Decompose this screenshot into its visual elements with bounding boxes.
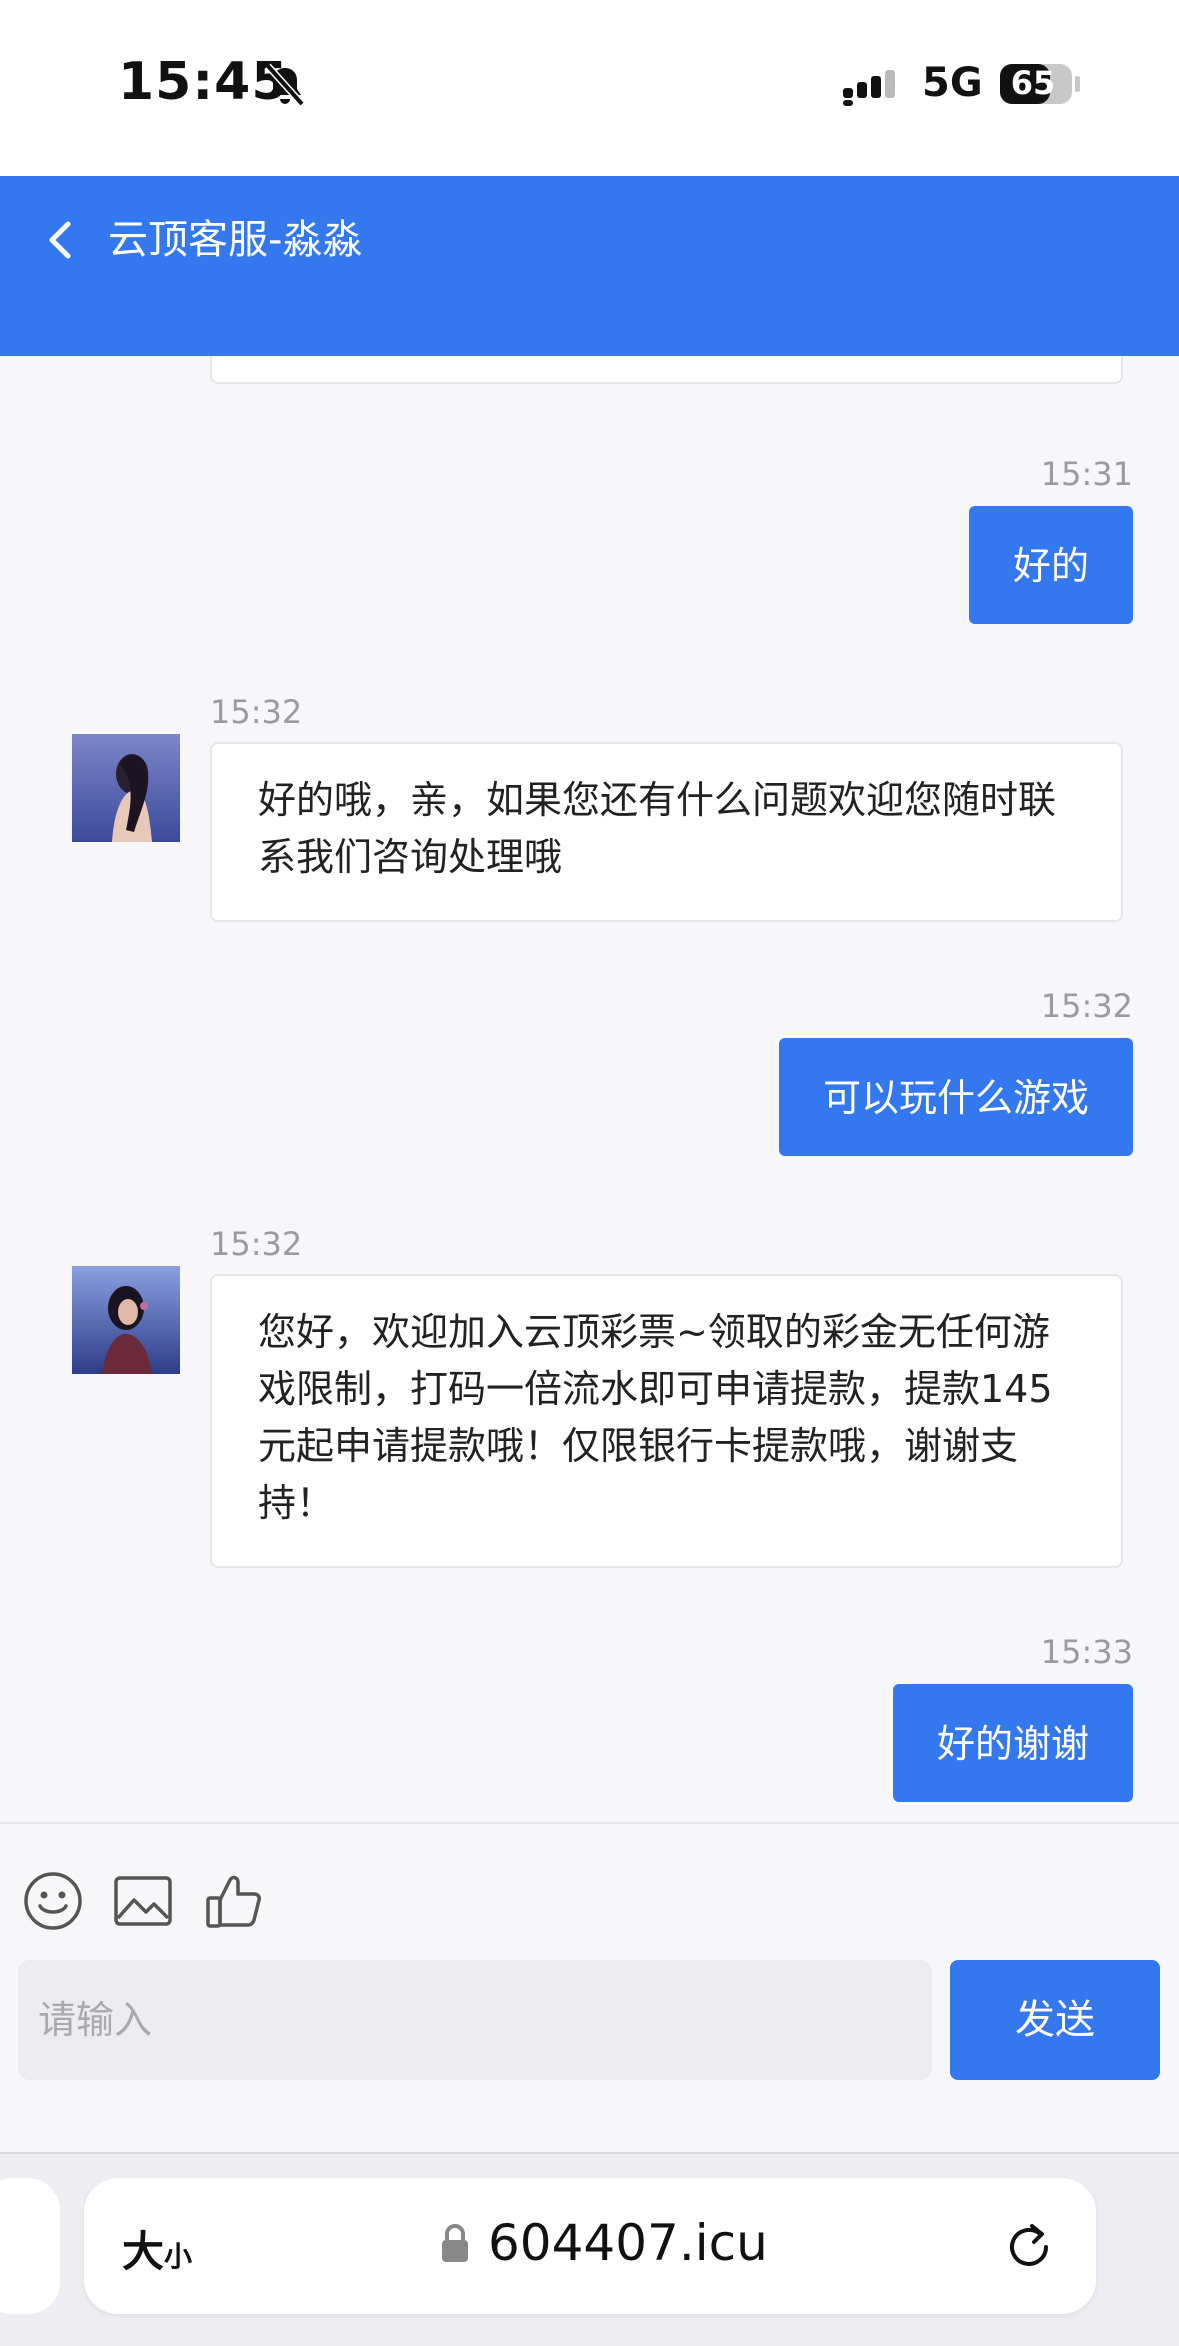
message-time: 15:31: [1040, 455, 1133, 493]
outgoing-message: 好的谢谢: [892, 1684, 1133, 1802]
message-time: 15:33: [1040, 1633, 1133, 1671]
network-label: 5G: [922, 60, 983, 106]
agent-avatar[interactable]: [72, 1266, 180, 1374]
smiley-icon[interactable]: [22, 1870, 84, 1932]
incoming-message: 好的哦，亲，如果您还有什么问题欢迎您随时联 系我们咨询处理哦: [210, 742, 1123, 922]
message-list[interactable]: 15:31 好的 15:32 好的哦，亲，如果您还有什么问题欢迎您随时联 系我们…: [0, 356, 1179, 1822]
page-title: 云顶客服-淼淼: [108, 217, 363, 263]
agent-avatar[interactable]: [72, 734, 180, 842]
message-line: 戏限制，打码一倍流水即可申请提款，提款145: [258, 1367, 1053, 1411]
outgoing-message: 可以玩什么游戏: [778, 1038, 1133, 1156]
lock-icon: [442, 2224, 468, 2262]
text-size-big: 大: [122, 2227, 165, 2276]
message-line: 元起申请提款哦！仅限银行卡提款哦，谢谢支: [258, 1424, 1019, 1468]
battery-level: 65: [1010, 64, 1056, 102]
composer: 请输入 发送: [0, 1822, 1179, 2152]
chevron-left-icon[interactable]: [40, 212, 80, 268]
image-icon[interactable]: [112, 1870, 174, 1932]
message-line: 持！: [258, 1481, 335, 1525]
message-line: 好的哦，亲，如果您还有什么问题欢迎您随时联: [258, 778, 1057, 822]
incoming-message: 您好，欢迎加入云顶彩票~领取的彩金无任何游 戏限制，打码一倍流水即可申请提款，提…: [210, 1274, 1123, 1568]
message-line: 系我们咨询处理哦: [258, 835, 563, 879]
status-bar: 15:45 5G 65: [0, 0, 1179, 176]
message-time: 15:32: [1040, 987, 1133, 1025]
text-size-small: 小: [164, 2240, 193, 2273]
url-text: 604407.icu: [488, 2214, 768, 2272]
url-field[interactable]: 大小 604407.icu: [84, 2178, 1096, 2314]
reload-icon[interactable]: [1002, 2220, 1056, 2274]
text-size-button[interactable]: 大小: [122, 2218, 192, 2279]
chat-header: 云顶客服-淼淼: [0, 176, 1179, 356]
send-button[interactable]: 发送: [950, 1960, 1160, 2080]
bell-slash-icon: [265, 63, 305, 107]
message-time: 15:32: [210, 693, 303, 731]
browser-address-bar: 大小 604407.icu: [0, 2152, 1179, 2346]
outgoing-message: 好的: [968, 506, 1133, 624]
message-input[interactable]: 请输入: [18, 1960, 932, 2080]
previous-tab-preview[interactable]: [0, 2178, 60, 2314]
chat-page: 15:45 5G 65 云顶客服-淼淼 15:31 好的 15:32 好的哦，亲…: [0, 0, 1179, 2346]
message-line: 您好，欢迎加入云顶彩票~领取的彩金无任何游: [258, 1310, 1050, 1354]
signal-icon: [843, 70, 895, 106]
previous-message-bubble: [210, 356, 1123, 384]
thumbs-up-icon[interactable]: [204, 1870, 266, 1932]
message-time: 15:32: [210, 1225, 303, 1263]
